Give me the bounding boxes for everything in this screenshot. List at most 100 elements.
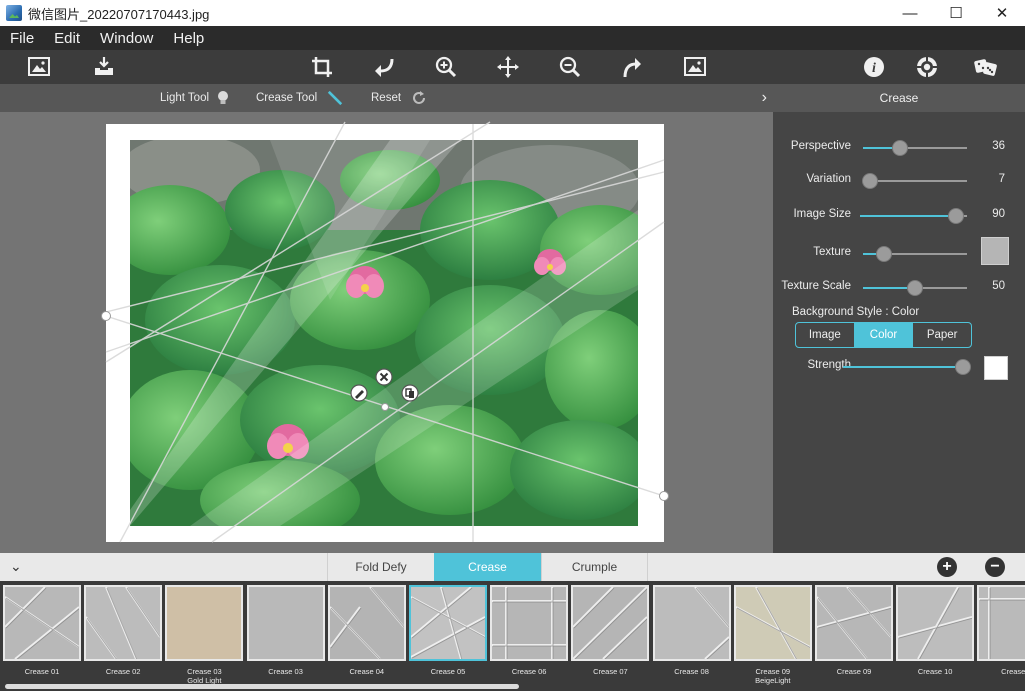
preset-caption: Crease 10	[890, 667, 980, 676]
info-icon: i	[864, 57, 884, 77]
preset-thumbnail[interactable]	[571, 585, 650, 661]
info-button[interactable]: i	[860, 54, 888, 80]
preset-name: Crease 10	[917, 667, 953, 676]
settings-icon	[917, 57, 937, 77]
collapse-presets-icon[interactable]: ⌄	[10, 558, 22, 575]
menu-edit[interactable]: Edit	[44, 30, 90, 47]
perspective-value: 36	[992, 140, 1005, 152]
texture-slider[interactable]	[863, 246, 967, 262]
texture-slider-thumb[interactable]	[875, 246, 892, 262]
tab-fold-defy[interactable]: Fold Defy	[327, 553, 434, 581]
close-button[interactable]: ✕	[979, 0, 1025, 26]
preset-item[interactable]: Crease 07	[571, 585, 650, 685]
preset-item[interactable]: Crease 08	[652, 585, 731, 685]
preset-item[interactable]: Crease 02	[84, 585, 163, 685]
zoom-out-button[interactable]	[556, 54, 584, 80]
background-style-image[interactable]: Image	[796, 323, 855, 347]
preset-item[interactable]: Crease 03 Gold Light	[165, 585, 244, 685]
app-window: 微信图片_20220707170443.jpg — ☐ ✕ File Edit …	[0, 0, 1025, 691]
texture-scale-slider[interactable]	[863, 280, 967, 296]
crease-duplicate-icon[interactable]	[401, 384, 419, 402]
variation-slider-row: Variation 7	[773, 171, 1025, 191]
tab-crease[interactable]: Crease	[434, 553, 541, 581]
texture-swatch[interactable]	[981, 237, 1009, 265]
reset-button[interactable]: Reset	[371, 84, 427, 112]
preset-thumbnail[interactable]	[733, 585, 812, 661]
light-tool-button[interactable]: Light Tool	[160, 84, 231, 112]
crease-edit-icon[interactable]	[350, 384, 368, 402]
add-preset-button[interactable]: +	[937, 557, 957, 577]
menu-help[interactable]: Help	[163, 30, 214, 47]
preset-item[interactable]: Crease 10	[896, 585, 975, 685]
preset-thumbnail[interactable]	[327, 585, 406, 661]
randomize-button[interactable]	[972, 54, 1000, 80]
open-image-button[interactable]	[25, 54, 53, 80]
preset-thumbnail[interactable]	[84, 585, 163, 661]
maximize-button[interactable]: ☐	[933, 0, 979, 26]
redo-button[interactable]	[618, 54, 646, 80]
preset-name: Crease 01	[24, 667, 60, 676]
preset-item[interactable]: Crease 05	[409, 585, 487, 685]
texture-scale-slider-thumb[interactable]	[907, 280, 923, 296]
crop-button[interactable]	[308, 54, 336, 80]
preset-name: Crease 09	[755, 667, 791, 676]
preset-thumbnail[interactable]	[246, 585, 325, 661]
zoom-out-icon	[559, 56, 581, 78]
background-style-paper[interactable]: Paper	[913, 323, 971, 347]
strength-slider-thumb[interactable]	[955, 359, 971, 375]
crease-tool-button[interactable]: Crease Tool	[256, 84, 343, 112]
preset-caption: Crease 01	[0, 667, 87, 676]
texture-scale-slider-row: Texture Scale 50	[773, 278, 1025, 298]
preset-name: Crease 1	[1001, 667, 1025, 676]
pan-button[interactable]	[494, 54, 522, 80]
variation-slider-thumb[interactable]	[862, 173, 879, 189]
crease-lines-overlay[interactable]	[0, 112, 773, 553]
preset-thumbnail[interactable]	[896, 585, 975, 661]
undo-button[interactable]	[370, 54, 398, 80]
background-color-swatch[interactable]	[984, 356, 1008, 380]
tab-crumple[interactable]: Crumple	[541, 553, 648, 581]
preset-item[interactable]: Crease 09 BeigeLight	[733, 585, 812, 685]
preset-caption: Crease 05	[403, 667, 493, 676]
preset-thumbnail[interactable]	[815, 585, 893, 661]
preset-thumbnail[interactable]	[977, 585, 1025, 661]
menu-file[interactable]: File	[0, 30, 44, 47]
background-style-color[interactable]: Color	[854, 323, 914, 347]
image-size-slider-row: Image Size 90	[773, 206, 1025, 226]
save-button[interactable]	[90, 54, 118, 80]
crease-delete-icon[interactable]	[375, 368, 393, 386]
preset-caption: Crease 09	[809, 667, 899, 676]
preset-thumbnail[interactable]	[3, 585, 81, 661]
preset-item[interactable]: Crease 06	[490, 585, 569, 685]
preset-thumbnail[interactable]	[165, 585, 244, 661]
preset-thumbnail[interactable]	[409, 585, 487, 661]
preset-thumbnail[interactable]	[490, 585, 569, 661]
perspective-slider[interactable]	[863, 140, 967, 156]
settings-button[interactable]	[913, 54, 941, 80]
preset-item[interactable]: Crease 01	[3, 585, 81, 685]
zoom-in-button[interactable]	[432, 54, 460, 80]
undo-icon	[375, 58, 394, 77]
crease-handle-left[interactable]	[101, 311, 111, 321]
fit-image-button[interactable]	[681, 54, 709, 80]
image-size-slider[interactable]	[860, 208, 967, 224]
preset-caption: Crease 09 BeigeLight	[728, 667, 818, 685]
crease-center-handle[interactable]	[381, 403, 389, 411]
expand-panel-icon[interactable]: ›	[762, 89, 767, 107]
perspective-slider-thumb[interactable]	[892, 140, 909, 156]
preset-item[interactable]: Crease 04	[327, 585, 406, 685]
background-style-label: Background Style : Color	[792, 306, 920, 318]
horizontal-scrollbar[interactable]	[5, 684, 519, 689]
title-bar: 微信图片_20220707170443.jpg — ☐ ✕	[0, 0, 1025, 26]
crease-handle-right[interactable]	[659, 491, 669, 501]
menu-window[interactable]: Window	[90, 30, 163, 47]
preset-item[interactable]: Crease 09	[815, 585, 893, 685]
minimize-button[interactable]: —	[887, 0, 933, 26]
preset-item[interactable]: Crease 03	[246, 585, 325, 685]
variation-slider[interactable]	[862, 173, 967, 189]
strength-slider[interactable]	[843, 359, 971, 375]
preset-thumbnail[interactable]	[652, 585, 731, 661]
image-size-slider-thumb[interactable]	[948, 208, 965, 224]
preset-item[interactable]: Crease 1	[977, 585, 1025, 685]
remove-preset-button[interactable]: −	[985, 557, 1005, 577]
